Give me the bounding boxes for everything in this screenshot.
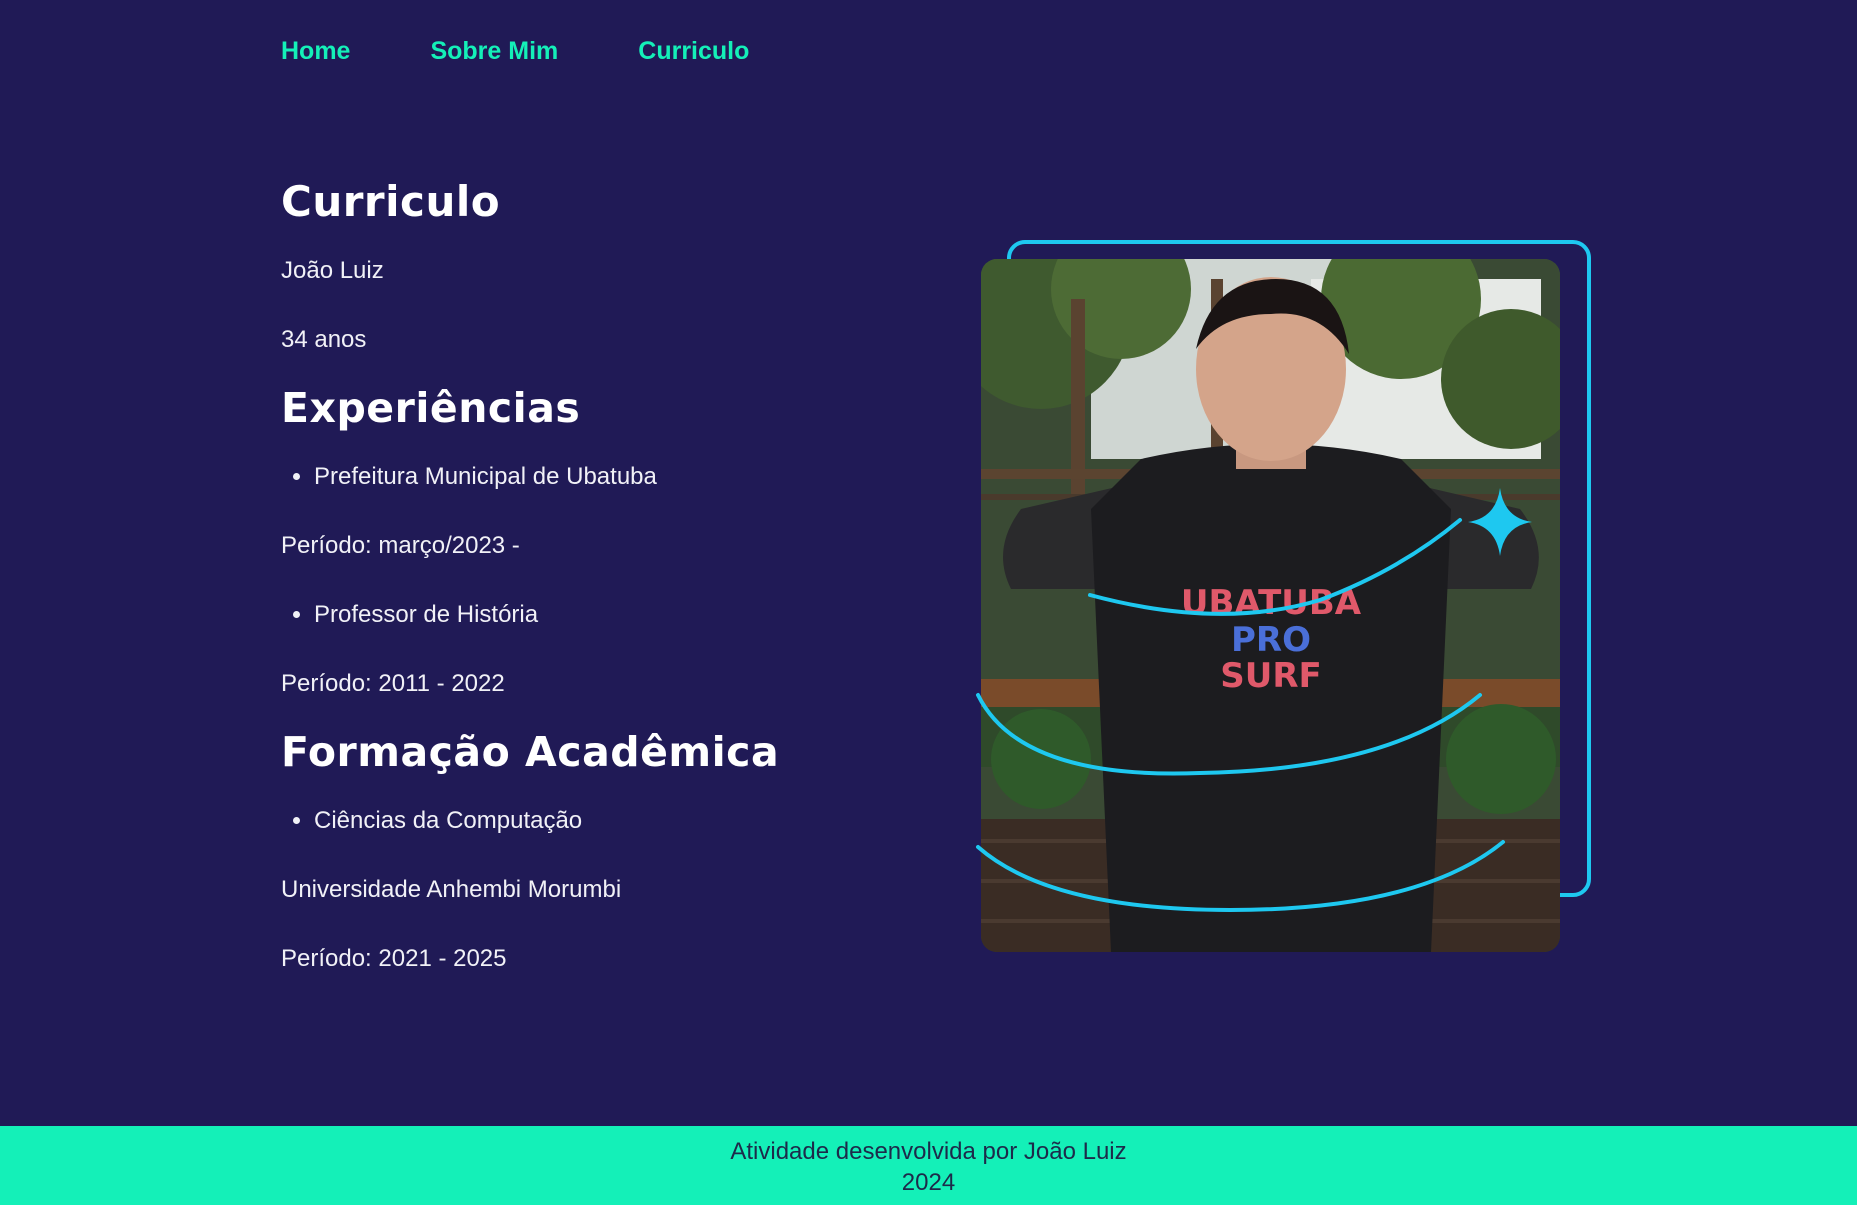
experience-item: Prefeitura Municipal de Ubatuba bbox=[314, 442, 921, 511]
top-nav: Home Sobre Mim Curriculo bbox=[281, 30, 829, 72]
education-heading: Formação Acadêmica bbox=[281, 728, 780, 776]
education-list: Ciências da Computação bbox=[281, 786, 921, 855]
person-age: 34 anos bbox=[281, 326, 367, 353]
experience-list: Professor de História bbox=[281, 580, 921, 649]
nav-link-home[interactable]: Home bbox=[281, 30, 350, 72]
page: Home Sobre Mim Curriculo Curriculo João … bbox=[0, 0, 1857, 1205]
shirt-text-2: PRO bbox=[1231, 620, 1311, 660]
experience-list: Prefeitura Municipal de Ubatuba bbox=[281, 442, 921, 511]
education-item: Ciências da Computação bbox=[314, 786, 921, 855]
experience-period: Período: março/2023 - bbox=[281, 532, 520, 559]
footer: Atividade desenvolvida por João Luiz 202… bbox=[0, 1126, 1857, 1205]
experience-period: Período: 2011 - 2022 bbox=[281, 670, 505, 697]
resume-content: Curriculo João Luiz 34 anos Experiências… bbox=[281, 168, 921, 993]
education-period: Período: 2021 - 2025 bbox=[281, 945, 507, 972]
person-name: João Luiz bbox=[281, 257, 384, 284]
education-institution: Universidade Anhembi Morumbi bbox=[281, 876, 622, 903]
experience-item: Professor de História bbox=[314, 580, 921, 649]
page-title: Curriculo bbox=[281, 177, 501, 226]
shirt-text-3: SURF bbox=[1220, 656, 1322, 696]
shirt-text-1: UBATUBA bbox=[1181, 583, 1362, 623]
footer-year: 2024 bbox=[901, 1169, 956, 1196]
nav-link-sobre-mim[interactable]: Sobre Mim bbox=[430, 30, 558, 72]
profile-photo-illustration: UBATUBA PRO SURF bbox=[981, 259, 1560, 952]
nav-link-curriculo[interactable]: Curriculo bbox=[638, 30, 749, 72]
experiences-heading: Experiências bbox=[281, 384, 581, 432]
profile-photo: UBATUBA PRO SURF bbox=[981, 259, 1560, 952]
footer-credit: Atividade desenvolvida por João Luiz bbox=[730, 1138, 1127, 1165]
